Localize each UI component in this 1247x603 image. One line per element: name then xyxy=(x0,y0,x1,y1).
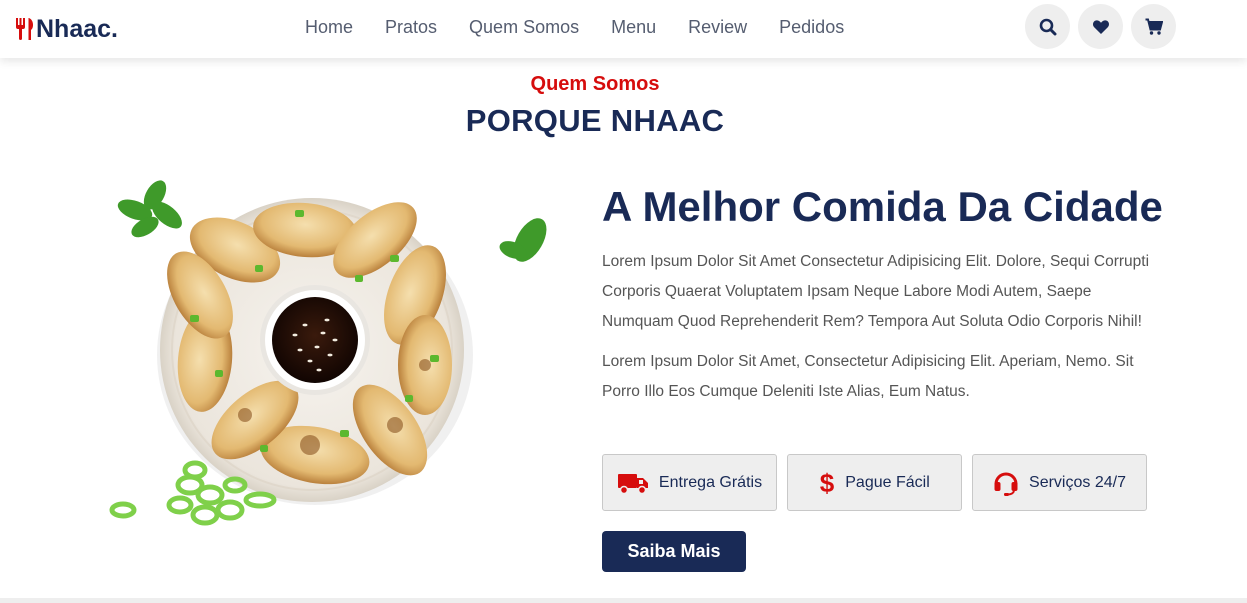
logo-text: Nhaac. xyxy=(36,14,118,43)
logo[interactable]: Nhaac. xyxy=(14,14,118,44)
nav-pedidos[interactable]: Pedidos xyxy=(779,17,844,38)
section-divider xyxy=(0,598,1247,603)
dumplings-image xyxy=(105,165,575,545)
truck-icon xyxy=(617,473,648,494)
feature-24-7-service: Serviços 24/7 xyxy=(972,454,1147,511)
learn-more-button[interactable]: Saiba Mais xyxy=(602,531,746,572)
features-row: Entrega Grátis $ Pague Fácil Serviços 24… xyxy=(602,454,1147,511)
nav-menu[interactable]: Menu xyxy=(611,17,656,38)
feature-label: Pague Fácil xyxy=(845,473,930,491)
cart-icon xyxy=(1145,18,1163,35)
search-button[interactable] xyxy=(1025,4,1070,49)
site-header: Nhaac. Home Pratos Quem Somos Menu Revie… xyxy=(0,0,1247,58)
nav-home[interactable]: Home xyxy=(305,17,353,38)
section-heading: PORQUE NHAAC xyxy=(465,103,725,138)
feature-easy-payment: $ Pague Fácil xyxy=(787,454,962,511)
heart-icon xyxy=(1092,19,1109,34)
section-subheading: Quem Somos xyxy=(530,73,660,95)
content-title: A Melhor Comida Da Cidade xyxy=(602,183,1163,230)
about-content: A Melhor Comida Da Cidade Lorem Ipsum Do… xyxy=(602,183,1163,407)
svg-text:$: $ xyxy=(820,470,835,496)
paragraph-2: Lorem Ipsum Dolor Sit Amet, Consectetur … xyxy=(602,353,1134,400)
dollar-icon: $ xyxy=(820,470,835,496)
main-nav: Home Pratos Quem Somos Menu Review Pedid… xyxy=(305,17,876,38)
header-actions xyxy=(1025,4,1176,49)
nav-pratos[interactable]: Pratos xyxy=(385,17,437,38)
cart-button[interactable] xyxy=(1131,4,1176,49)
feature-label: Serviços 24/7 xyxy=(1029,473,1126,491)
feature-free-delivery: Entrega Grátis xyxy=(602,454,777,511)
nav-quem-somos[interactable]: Quem Somos xyxy=(469,17,579,38)
feature-label: Entrega Grátis xyxy=(658,473,763,491)
utensils-icon xyxy=(16,18,34,40)
headset-icon xyxy=(994,472,1018,496)
nav-review[interactable]: Review xyxy=(688,17,747,38)
search-icon xyxy=(1039,18,1056,35)
paragraph-1: Lorem Ipsum Dolor Sit Amet Consectetur A… xyxy=(602,253,1150,330)
favorites-button[interactable] xyxy=(1078,4,1123,49)
